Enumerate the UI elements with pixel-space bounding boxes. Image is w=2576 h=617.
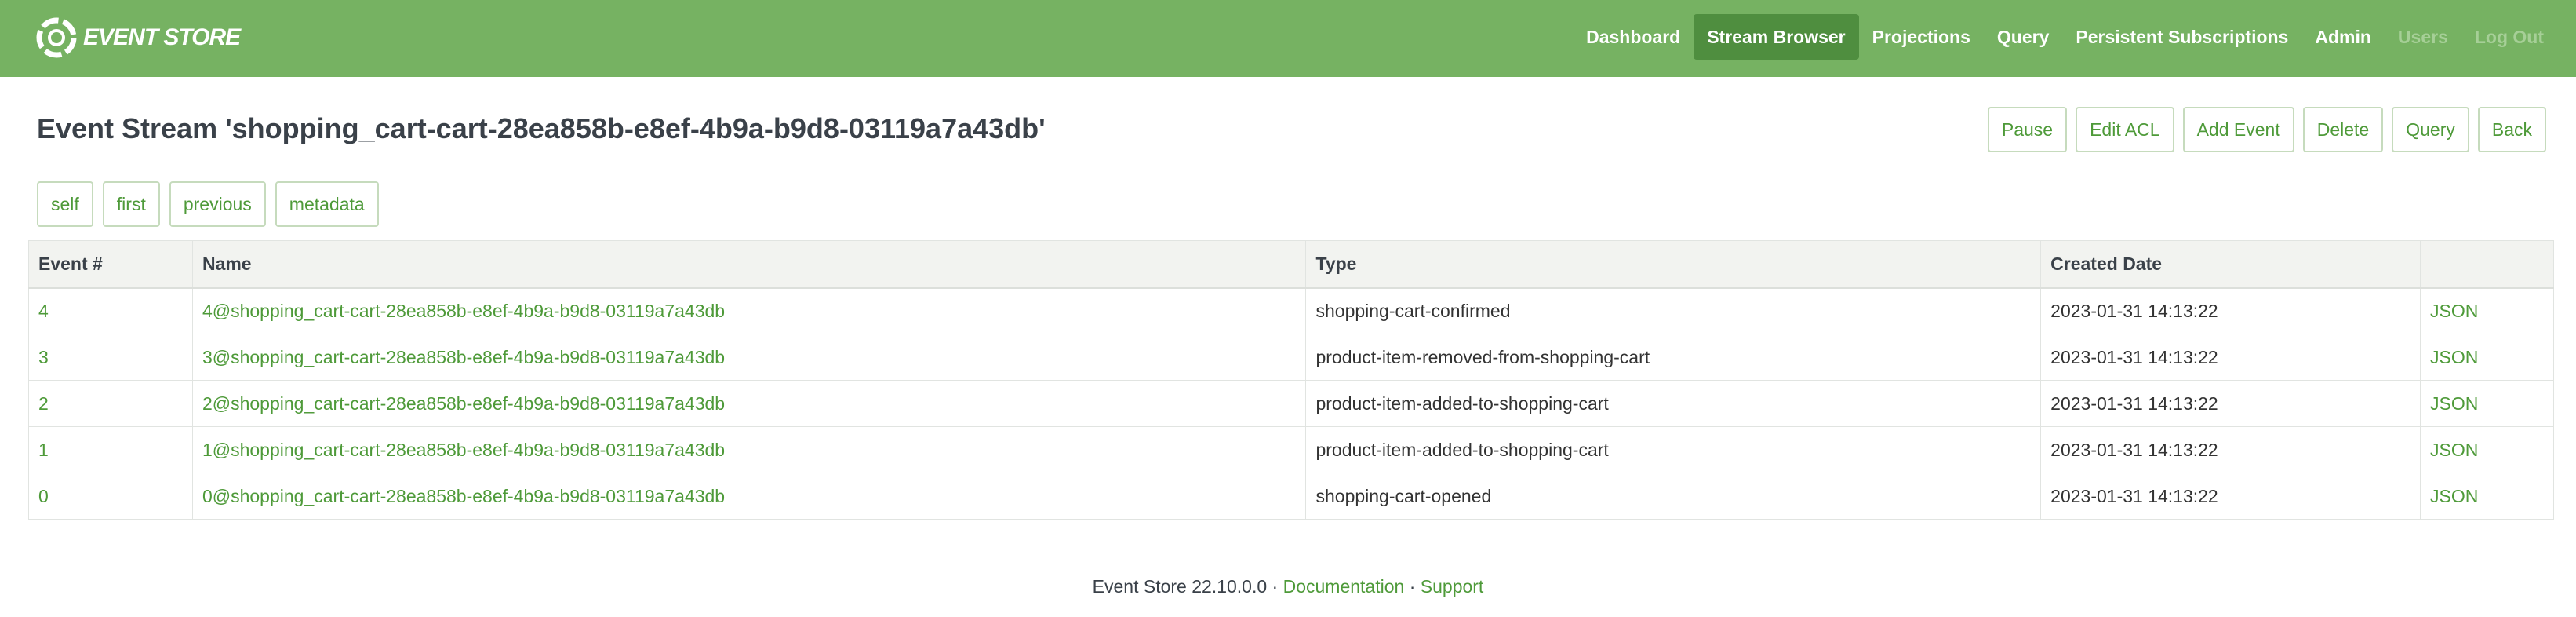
event-name-link[interactable]: 1@shopping_cart-cart-28ea858b-e8ef-4b9a-…	[191, 426, 1307, 473]
query-button[interactable]: Query	[2392, 107, 2469, 152]
nav-item-users[interactable]: Users	[2385, 14, 2461, 60]
first-link-button[interactable]: first	[102, 181, 160, 227]
stream-links: self first previous metadata	[37, 181, 379, 227]
event-type: product-item-added-to-shopping-cart	[1305, 380, 2042, 427]
top-navbar: EVENT STORE Dashboard Stream Browser Proje…	[0, 0, 2576, 77]
self-link-button[interactable]: self	[37, 181, 93, 227]
back-button[interactable]: Back	[2477, 107, 2546, 152]
event-number-link[interactable]: 2	[28, 380, 193, 427]
event-created-date: 2023-01-31 14:13:22	[2040, 473, 2421, 520]
nav-item-stream-browser[interactable]: Stream Browser	[1694, 14, 1859, 60]
events-table: Event # Name Type Created Date 4 4@shopping_…	[28, 240, 2554, 520]
footer: Event Store 22.10.0.0 · Documentation · …	[0, 576, 2576, 597]
json-link[interactable]: JSON	[2420, 473, 2554, 520]
edit-acl-button[interactable]: Edit ACL	[2076, 107, 2174, 152]
column-header-actions	[2420, 240, 2554, 289]
table-row: 3 3@shopping_cart-cart-28ea858b-e8ef-4b9a…	[28, 334, 2554, 381]
table-row: 4 4@shopping_cart-cart-28ea858b-e8ef-4b9a…	[28, 287, 2554, 334]
column-header-name: Name	[191, 240, 1307, 289]
table-body: 4 4@shopping_cart-cart-28ea858b-e8ef-4b9a…	[28, 287, 2554, 520]
event-number-link[interactable]: 0	[28, 473, 193, 520]
table-header-row: Event # Name Type Created Date	[28, 240, 2554, 289]
event-type: shopping-cart-confirmed	[1305, 287, 2042, 334]
event-type: shopping-cart-opened	[1305, 473, 2042, 520]
event-type: product-item-added-to-shopping-cart	[1305, 426, 2042, 473]
event-created-date: 2023-01-31 14:13:22	[2040, 287, 2421, 334]
nav-item-persistent-subscriptions[interactable]: Persistent Subscriptions	[2062, 14, 2301, 60]
main-nav: Dashboard Stream Browser Projections Query P…	[1573, 14, 2557, 60]
column-header-event: Event #	[28, 240, 193, 289]
table-row: 1 1@shopping_cart-cart-28ea858b-e8ef-4b9a…	[28, 426, 2554, 473]
previous-link-button[interactable]: previous	[169, 181, 266, 227]
event-created-date: 2023-01-31 14:13:22	[2040, 426, 2421, 473]
brand[interactable]: EVENT STORE	[36, 14, 241, 61]
brand-name: EVENT STORE	[83, 24, 241, 50]
json-link[interactable]: JSON	[2420, 287, 2554, 334]
event-number-link[interactable]: 3	[28, 334, 193, 381]
nav-item-query[interactable]: Query	[1984, 14, 2062, 60]
event-number-link[interactable]: 1	[28, 426, 193, 473]
nav-item-admin[interactable]: Admin	[2301, 14, 2385, 60]
event-type: product-item-removed-from-shopping-cart	[1305, 334, 2042, 381]
metadata-link-button[interactable]: metadata	[275, 181, 379, 227]
event-name-link[interactable]: 2@shopping_cart-cart-28ea858b-e8ef-4b9a-…	[191, 380, 1307, 427]
table-row: 2 2@shopping_cart-cart-28ea858b-e8ef-4b9a…	[28, 380, 2554, 427]
json-link[interactable]: JSON	[2420, 380, 2554, 427]
event-name-link[interactable]: 3@shopping_cart-cart-28ea858b-e8ef-4b9a-…	[191, 334, 1307, 381]
support-link[interactable]: Support	[1421, 576, 1484, 597]
event-name-link[interactable]: 4@shopping_cart-cart-28ea858b-e8ef-4b9a-…	[191, 287, 1307, 334]
table-row: 0 0@shopping_cart-cart-28ea858b-e8ef-4b9a…	[28, 473, 2554, 520]
page-title: Event Stream 'shopping_cart-cart-28ea858…	[37, 112, 1046, 144]
json-link[interactable]: JSON	[2420, 426, 2554, 473]
documentation-link[interactable]: Documentation	[1283, 576, 1405, 597]
column-header-created-date: Created Date	[2040, 240, 2421, 289]
delete-button[interactable]: Delete	[2302, 107, 2384, 152]
footer-separator: ·	[1404, 576, 1421, 597]
event-name-link[interactable]: 0@shopping_cart-cart-28ea858b-e8ef-4b9a-…	[191, 473, 1307, 520]
event-store-logo-icon	[36, 17, 77, 58]
footer-version: Event Store 22.10.0.0	[1092, 576, 1268, 597]
footer-separator: ·	[1267, 576, 1283, 597]
stream-actions: Pause Edit ACL Add Event Delete Query Back	[1987, 107, 2546, 152]
nav-item-log-out[interactable]: Log Out	[2461, 14, 2557, 60]
pause-button[interactable]: Pause	[1987, 107, 2068, 152]
column-header-type: Type	[1305, 240, 2042, 289]
nav-item-projections[interactable]: Projections	[1859, 14, 1984, 60]
event-number-link[interactable]: 4	[28, 287, 193, 334]
event-created-date: 2023-01-31 14:13:22	[2040, 334, 2421, 381]
add-event-button[interactable]: Add Event	[2182, 107, 2294, 152]
json-link[interactable]: JSON	[2420, 334, 2554, 381]
nav-item-dashboard[interactable]: Dashboard	[1573, 14, 1694, 60]
event-created-date: 2023-01-31 14:13:22	[2040, 380, 2421, 427]
